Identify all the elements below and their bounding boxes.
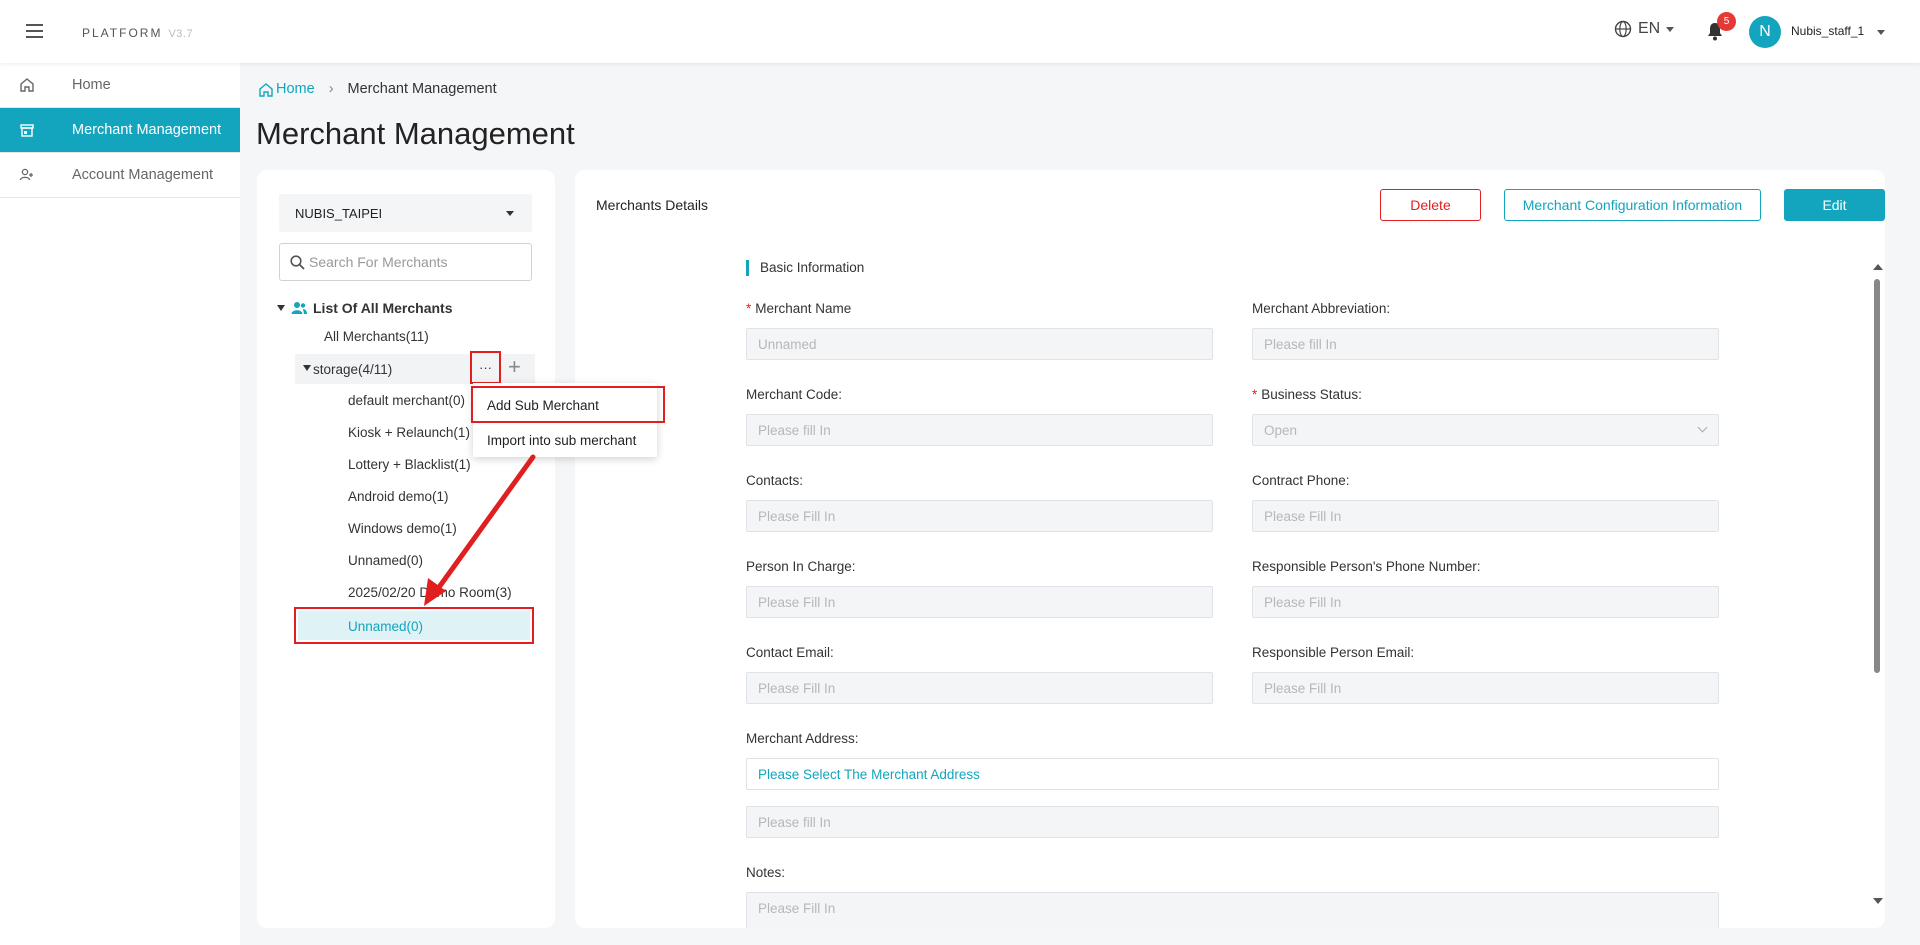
sidebar-item-label: Home [72, 77, 111, 93]
notes-label: Notes: [746, 865, 786, 880]
app-version: V3.7 [168, 28, 194, 40]
responsible-email-field[interactable]: Please Fill In [1252, 672, 1719, 704]
store-icon [18, 121, 36, 139]
tree-item[interactable]: 2025/02/20 Demo Room(3) [348, 585, 512, 600]
globe-icon [1614, 20, 1632, 38]
merchant-address-label: Merchant Address: [746, 731, 859, 746]
contract-phone-label: Contract Phone: [1252, 473, 1350, 488]
breadcrumb-home[interactable]: Home [258, 81, 315, 97]
search-input[interactable] [309, 254, 519, 270]
tree-item[interactable]: Android demo(1) [348, 489, 449, 504]
business-status-value: Open [1264, 423, 1298, 438]
chevron-right-icon: › [328, 81, 334, 97]
merchant-code-label: Merchant Code: [746, 387, 843, 402]
contacts-label: Contacts: [746, 473, 804, 488]
chevron-down-icon[interactable] [1877, 30, 1885, 35]
company-select-value: NUBIS_TAIPEI [295, 206, 383, 221]
add-sub-merchant-menu-item[interactable]: Add Sub Merchant [471, 386, 665, 423]
label-text: Business Status: [1261, 387, 1362, 402]
breadcrumb-current: Merchant Management [347, 81, 497, 97]
merchant-details-panel: Merchants Details Delete Merchant Config… [575, 170, 1885, 928]
sidebar-item-label: Merchant Management [72, 122, 222, 138]
caret-down-icon[interactable] [303, 365, 311, 371]
label-text: Merchant Name [755, 301, 852, 316]
scrollbar-thumb[interactable] [1874, 279, 1880, 673]
menu-toggle-icon[interactable] [26, 24, 43, 38]
merchant-code-field[interactable]: Please fill In [746, 414, 1213, 446]
tree-root-label: List Of All Merchants [313, 300, 453, 316]
business-status-label: * Business Status: [1252, 387, 1362, 402]
responsible-phone-field[interactable]: Please Fill In [1252, 586, 1719, 618]
sidebar-item-merchant-management[interactable]: Merchant Management [0, 108, 240, 153]
sidebar-item-home[interactable]: Home [0, 63, 240, 108]
home-icon [259, 82, 273, 97]
add-merchant-button[interactable]: + [508, 356, 521, 378]
more-options-button[interactable]: ··· [470, 351, 501, 384]
brand-name: PLATFORM [82, 26, 163, 40]
responsible-email-label: Responsible Person Email: [1252, 645, 1415, 660]
tree-item-label: storage(4/11) [313, 362, 393, 377]
person-in-charge-label: Person In Charge: [746, 559, 856, 574]
caret-down-icon[interactable] [277, 305, 285, 311]
chevron-down-icon [1697, 422, 1708, 433]
responsible-phone-label: Responsible Person's Phone Number: [1252, 559, 1481, 574]
delete-button[interactable]: Delete [1380, 189, 1481, 221]
contract-phone-field[interactable]: Please Fill In [1252, 500, 1719, 532]
tree-item-all-merchants[interactable]: All Merchants(11) [324, 329, 429, 344]
tree-item[interactable]: Kiosk + Relaunch(1) [348, 425, 470, 440]
tree-item[interactable]: Lottery + Blacklist(1) [348, 457, 471, 472]
edit-button[interactable]: Edit [1784, 189, 1885, 221]
top-bar: PLATFORM V3.7 EN 5 N Nubis_staff_1 [0, 0, 1920, 63]
tree-item[interactable]: Unnamed(0) [348, 553, 423, 568]
sidebar-item-label: Account Management [72, 167, 214, 183]
business-status-select[interactable]: Open [1252, 414, 1719, 446]
scroll-up-arrow-icon[interactable] [1873, 264, 1883, 270]
scroll-down-arrow-icon[interactable] [1873, 898, 1883, 904]
tree-item[interactable]: default merchant(0) [348, 393, 465, 408]
required-marker: * [746, 301, 752, 316]
notification-badge: 5 [1717, 12, 1736, 31]
section-title: Basic Information [746, 260, 864, 276]
breadcrumb: Home › Merchant Management [258, 81, 497, 97]
address-detail-field[interactable]: Please fill In [746, 806, 1719, 838]
person-in-charge-field[interactable]: Please Fill In [746, 586, 1213, 618]
users-icon [291, 302, 307, 314]
merchant-abbreviation-label: Merchant Abbreviation: [1252, 301, 1391, 316]
language-label: EN [1638, 20, 1661, 37]
sidebar: Home Merchant Management Account Managem… [0, 63, 240, 945]
breadcrumb-home-label: Home [276, 81, 315, 97]
contacts-field[interactable]: Please Fill In [746, 500, 1213, 532]
sidebar-item-account-management[interactable]: Account Management [0, 153, 240, 198]
contact-email-field[interactable]: Please Fill In [746, 672, 1213, 704]
tree-item[interactable]: Windows demo(1) [348, 521, 457, 536]
merchant-name-label: * Merchant Name [746, 301, 851, 316]
merchant-address-select[interactable]: Please Select The Merchant Address [746, 758, 1719, 790]
contact-email-label: Contact Email: [746, 645, 834, 660]
users-icon [18, 166, 36, 184]
notes-field[interactable]: Please Fill In [746, 892, 1719, 928]
merchant-config-button[interactable]: Merchant Configuration Information [1504, 189, 1761, 221]
search-icon [290, 254, 305, 270]
merchant-tree-panel: NUBIS_TAIPEI List Of All Merchants All M… [257, 170, 555, 928]
tree-item-label: Unnamed(0) [348, 619, 424, 634]
username[interactable]: Nubis_staff_1 [1791, 24, 1864, 38]
required-marker: * [1252, 387, 1258, 402]
company-select[interactable]: NUBIS_TAIPEI [279, 194, 532, 232]
chevron-down-icon [1666, 26, 1675, 32]
avatar[interactable]: N [1749, 16, 1781, 48]
merchant-abbreviation-field[interactable]: Please fill In [1252, 328, 1719, 360]
language-selector[interactable]: EN [1614, 20, 1675, 38]
tree-item-selected[interactable]: Unnamed(0) [294, 607, 534, 644]
context-menu: Add Sub Merchant Import into sub merchan… [471, 383, 665, 457]
merchant-name-field[interactable]: Unnamed [746, 328, 1213, 360]
tree-root[interactable]: List Of All Merchants [277, 300, 453, 316]
chevron-down-icon [506, 211, 514, 216]
page-title: Merchant Management [256, 116, 575, 151]
merchant-search[interactable] [279, 243, 532, 281]
details-title: Merchants Details [596, 197, 709, 213]
brand: PLATFORM V3.7 [82, 26, 193, 40]
home-icon [18, 76, 36, 94]
import-sub-merchant-menu-item[interactable]: Import into sub merchant [473, 423, 657, 456]
